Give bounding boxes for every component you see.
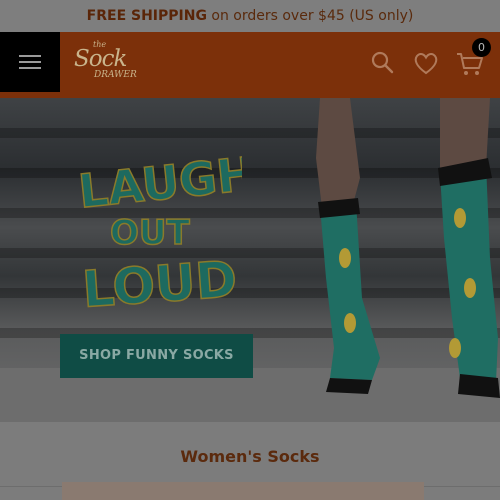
site-logo[interactable]: the Sock DRAWER bbox=[72, 40, 138, 86]
promo-bar: FREE SHIPPING on orders over $45 (US onl… bbox=[0, 0, 500, 32]
wishlist-button[interactable] bbox=[411, 48, 441, 78]
logo-sock: Sock bbox=[74, 46, 127, 72]
womens-socks-title[interactable]: Women's Socks bbox=[0, 447, 500, 466]
womens-socks-section: Women's Socks bbox=[0, 422, 500, 500]
promo-text: on orders over $45 (US only) bbox=[206, 8, 414, 24]
menu-icon bbox=[19, 55, 41, 57]
womens-socks-image[interactable] bbox=[62, 482, 424, 500]
search-icon bbox=[371, 51, 394, 74]
logo-drawer: DRAWER bbox=[94, 70, 137, 80]
hero-headline-out: OUT bbox=[110, 213, 191, 253]
cart-count-badge: 0 bbox=[472, 38, 491, 57]
site-header: the Sock DRAWER 0 bbox=[0, 32, 500, 98]
promo-highlight: FREE SHIPPING bbox=[86, 8, 207, 24]
hero-headline-laugh: LAUGH bbox=[76, 146, 242, 218]
shop-funny-socks-button[interactable]: SHOP FUNNY SOCKS bbox=[60, 334, 253, 378]
heart-icon bbox=[414, 53, 438, 75]
search-button[interactable] bbox=[368, 48, 398, 78]
menu-button[interactable] bbox=[0, 32, 60, 92]
laugh-out-loud-graphic: LAUGH OUT LOUD bbox=[75, 146, 242, 320]
hero-headline-loud: LOUD bbox=[80, 250, 238, 319]
